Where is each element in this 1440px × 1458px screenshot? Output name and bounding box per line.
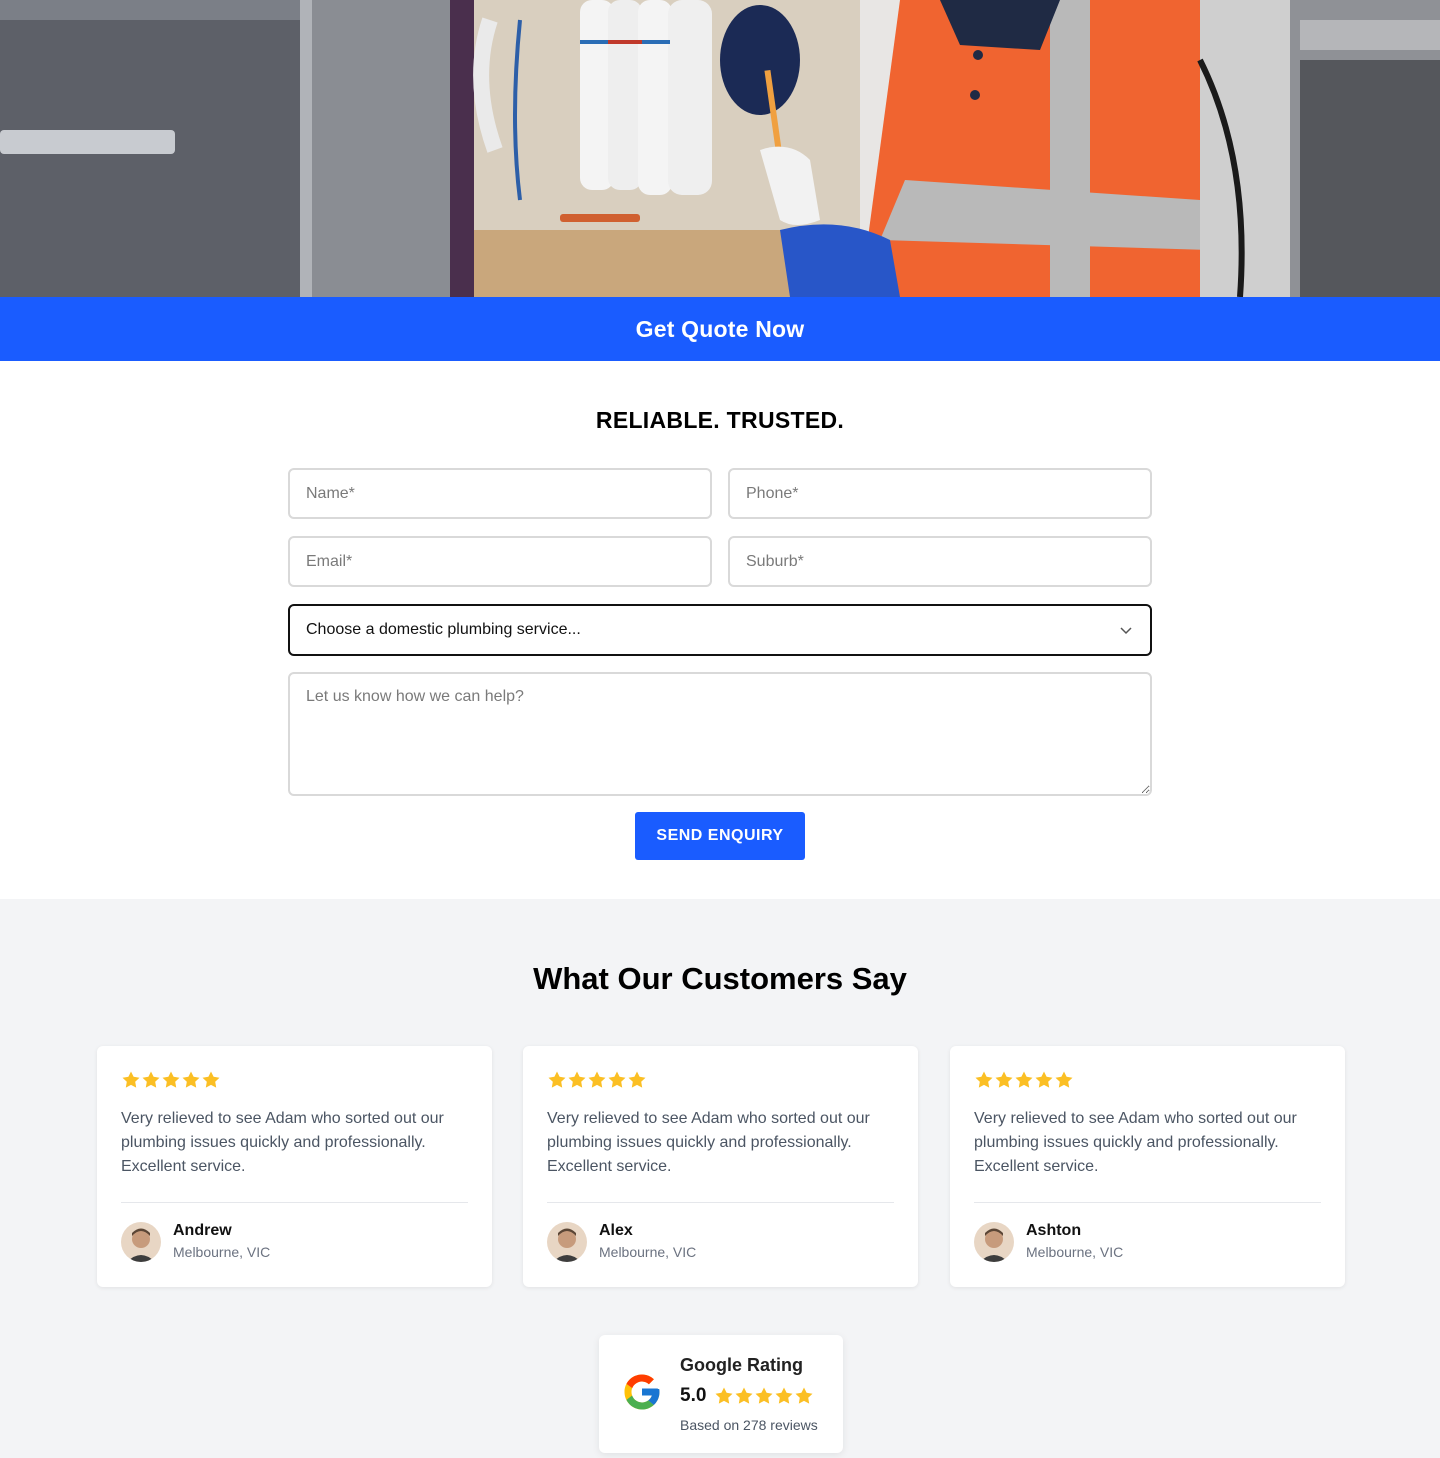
star-icon [735, 1387, 753, 1404]
google-rating-badge[interactable]: Google Rating 5.0 Based on 278 reviews [599, 1335, 843, 1453]
review-author: Ashton Melbourne, VIC [974, 1221, 1123, 1263]
divider [121, 1202, 468, 1203]
divider [547, 1202, 894, 1203]
author-name: Ashton [1026, 1222, 1082, 1239]
star-icon [122, 1071, 140, 1088]
google-score: 5.0 [680, 1385, 707, 1406]
star-icon [1035, 1071, 1053, 1088]
star-icon [795, 1387, 813, 1404]
star-icon [182, 1071, 200, 1088]
review-author: Andrew Melbourne, VIC [121, 1221, 270, 1263]
reviews-title: What Our Customers Say [533, 961, 907, 996]
star-icon [142, 1071, 160, 1088]
author-name: Andrew [173, 1222, 232, 1239]
star-icon [588, 1071, 606, 1088]
review-card: Very relieved to see Adam who sorted out… [950, 1046, 1345, 1287]
author-location: Melbourne, VIC [1026, 1244, 1124, 1260]
review-text: Very relieved to see Adam who sorted out… [974, 1110, 1297, 1175]
chevron-down-icon [1120, 627, 1132, 635]
form-title: RELIABLE. TRUSTED. [595, 407, 845, 433]
star-icon [755, 1387, 773, 1404]
star-icon [715, 1387, 733, 1404]
author-location: Melbourne, VIC [599, 1244, 697, 1260]
review-author: Alex Melbourne, VIC [547, 1221, 696, 1263]
star-icon [775, 1387, 793, 1404]
service-select-value: Choose a domestic plumbing service... [306, 621, 581, 638]
review-text: Very relieved to see Adam who sorted out… [547, 1110, 870, 1175]
author-location: Melbourne, VIC [173, 1244, 271, 1260]
author-name: Alex [599, 1222, 633, 1239]
star-icon [548, 1071, 566, 1088]
enquiry-form-section: RELIABLE. TRUSTED. Choose a domestic plu… [0, 361, 1440, 899]
name-field[interactable] [288, 468, 712, 519]
avatar [974, 1222, 1014, 1262]
star-rating [547, 1070, 894, 1092]
avatar [547, 1222, 587, 1262]
review-card: Very relieved to see Adam who sorted out… [97, 1046, 492, 1287]
send-enquiry-button[interactable]: SEND ENQUIRY [635, 812, 805, 860]
avatar [121, 1222, 161, 1262]
get-quote-label: Get Quote Now [635, 315, 805, 342]
star-icon [975, 1071, 993, 1088]
star-icon [628, 1071, 646, 1088]
reviews-section: What Our Customers Say Very relieved to … [0, 899, 1440, 1458]
google-star-rating [714, 1386, 814, 1406]
star-rating [974, 1070, 1321, 1092]
service-select[interactable]: Choose a domestic plumbing service... [288, 604, 1152, 656]
star-icon [995, 1071, 1013, 1088]
message-field[interactable] [288, 672, 1152, 796]
review-text: Very relieved to see Adam who sorted out… [121, 1110, 444, 1175]
star-icon [568, 1071, 586, 1088]
google-review-count: Based on 278 reviews [680, 1417, 818, 1433]
star-icon [162, 1071, 180, 1088]
suburb-field[interactable] [728, 536, 1152, 587]
google-logo-icon [624, 1374, 660, 1410]
divider [974, 1202, 1321, 1203]
get-quote-button[interactable]: Get Quote Now [0, 297, 1440, 361]
review-card: Very relieved to see Adam who sorted out… [523, 1046, 918, 1287]
email-field[interactable] [288, 536, 712, 587]
star-icon [202, 1071, 220, 1088]
star-icon [608, 1071, 626, 1088]
hero-image [0, 0, 1440, 297]
phone-field[interactable] [728, 468, 1152, 519]
star-rating [121, 1070, 468, 1092]
google-rating-title: Google Rating [680, 1355, 803, 1375]
star-icon [1055, 1071, 1073, 1088]
star-icon [1015, 1071, 1033, 1088]
